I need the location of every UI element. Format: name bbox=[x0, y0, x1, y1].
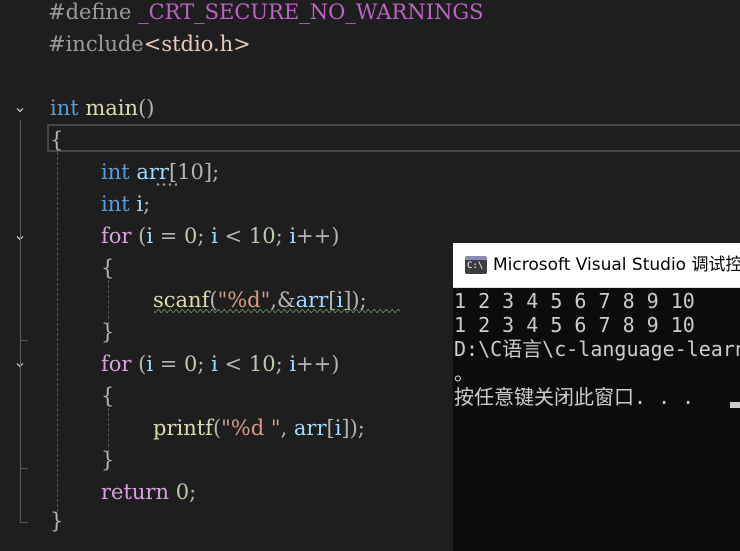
control-keyword: for bbox=[101, 224, 132, 248]
code-line-8: for (i = 0; i < 10; i++) bbox=[101, 220, 339, 252]
code-line-1: #define _CRT_SECURE_NO_WARNINGS bbox=[48, 0, 484, 28]
console-icon-text: C:\ bbox=[467, 261, 484, 271]
brace: } bbox=[50, 509, 64, 533]
keyword: int bbox=[50, 96, 79, 120]
punctuation: () bbox=[138, 96, 155, 120]
number: 0 bbox=[184, 224, 198, 248]
preprocessor-directive: #include bbox=[48, 32, 144, 56]
punctuation: [ bbox=[326, 416, 335, 440]
punctuation: ( bbox=[131, 352, 147, 376]
console-output-line: 1 2 3 4 5 6 7 8 9 10 bbox=[454, 313, 695, 337]
brace: } bbox=[101, 448, 115, 472]
variable: i bbox=[211, 224, 218, 248]
code-line-9: { bbox=[101, 252, 114, 284]
brace: { bbox=[50, 128, 64, 152]
console-output-line: 按任意键关闭此窗口. . . bbox=[454, 385, 695, 409]
number: 0 bbox=[175, 480, 190, 504]
console-output-line: D:\C语言\c-language-learning bbox=[454, 337, 740, 361]
punctuation: < bbox=[217, 224, 249, 248]
brace: { bbox=[101, 384, 115, 408]
code-line-4: int main() bbox=[50, 92, 154, 124]
number: 10 bbox=[248, 224, 276, 248]
string-literal: "%d " bbox=[221, 416, 281, 440]
punctuation: ; bbox=[189, 480, 197, 504]
console-title: Microsoft Visual Studio 调试控制台 bbox=[493, 255, 740, 275]
debug-console-window[interactable]: C:\ Microsoft Visual Studio 调试控制台 1 2 3 … bbox=[453, 243, 740, 551]
number: 0 bbox=[184, 352, 198, 376]
code-line-2: #include<stdio.h> bbox=[48, 28, 251, 60]
punctuation: [10]; bbox=[168, 160, 220, 184]
console-output-line: 1 2 3 4 5 6 7 8 9 10 bbox=[454, 289, 695, 313]
fold-region-main-end bbox=[20, 522, 28, 523]
macro-name: _CRT_SECURE_NO_WARNINGS bbox=[138, 0, 484, 24]
punctuation: = bbox=[153, 352, 185, 376]
number: 10 bbox=[248, 352, 276, 376]
punctuation: ; bbox=[275, 352, 290, 376]
fold-region-for1-end bbox=[20, 340, 28, 341]
punctuation: ( bbox=[212, 416, 222, 440]
fold-main-icon[interactable]: ⌄ bbox=[10, 97, 30, 117]
preprocessor-directive: #define bbox=[48, 0, 139, 24]
fold-region-for1 bbox=[20, 248, 21, 340]
current-line-highlight bbox=[47, 124, 740, 152]
control-keyword: return bbox=[101, 480, 169, 504]
warning-squiggle bbox=[154, 309, 400, 313]
punctuation: < bbox=[217, 352, 249, 376]
code-line-12: for (i = 0; i < 10; i++) bbox=[101, 348, 339, 380]
code-line-5: { bbox=[50, 124, 63, 156]
control-keyword: for bbox=[101, 352, 132, 376]
punctuation: , bbox=[280, 416, 294, 440]
code-line-7: int i; bbox=[101, 188, 150, 220]
console-cursor bbox=[730, 402, 740, 408]
code-line-13: { bbox=[101, 380, 114, 412]
punctuation: ++) bbox=[296, 352, 340, 376]
include-header: <stdio.h> bbox=[143, 32, 251, 56]
brace: } bbox=[101, 320, 115, 344]
brace: { bbox=[101, 256, 115, 280]
punctuation bbox=[169, 480, 176, 504]
console-app-icon: C:\ bbox=[465, 256, 487, 274]
function-call: printf bbox=[153, 416, 213, 440]
console-output-line: 。 bbox=[454, 361, 474, 385]
code-line-14: printf("%d ", arr[i]); bbox=[153, 412, 365, 444]
keyword: int bbox=[101, 192, 130, 216]
punctuation: ; bbox=[197, 224, 212, 248]
function-name: main bbox=[85, 96, 139, 120]
variable: arr bbox=[293, 416, 327, 440]
console-titlebar[interactable]: C:\ Microsoft Visual Studio 调试控制台 bbox=[453, 243, 740, 288]
suggestion-dots bbox=[155, 183, 177, 186]
punctuation: ( bbox=[131, 224, 147, 248]
punctuation: ; bbox=[143, 192, 151, 216]
code-line-15: } bbox=[101, 444, 114, 476]
punctuation: = bbox=[153, 224, 185, 248]
punctuation: ; bbox=[197, 352, 212, 376]
code-line-11: } bbox=[101, 316, 114, 348]
punctuation: ]); bbox=[341, 416, 365, 440]
code-line-17: } bbox=[50, 505, 63, 537]
fold-region-for2-end bbox=[20, 468, 28, 469]
punctuation: ++) bbox=[296, 224, 340, 248]
variable: i bbox=[211, 352, 218, 376]
variable: arr bbox=[136, 160, 169, 184]
indent-guide bbox=[57, 152, 58, 512]
punctuation: ; bbox=[275, 224, 290, 248]
code-line-16: return 0; bbox=[101, 476, 196, 508]
fold-region-for2 bbox=[20, 376, 21, 468]
keyword: int bbox=[101, 160, 130, 184]
